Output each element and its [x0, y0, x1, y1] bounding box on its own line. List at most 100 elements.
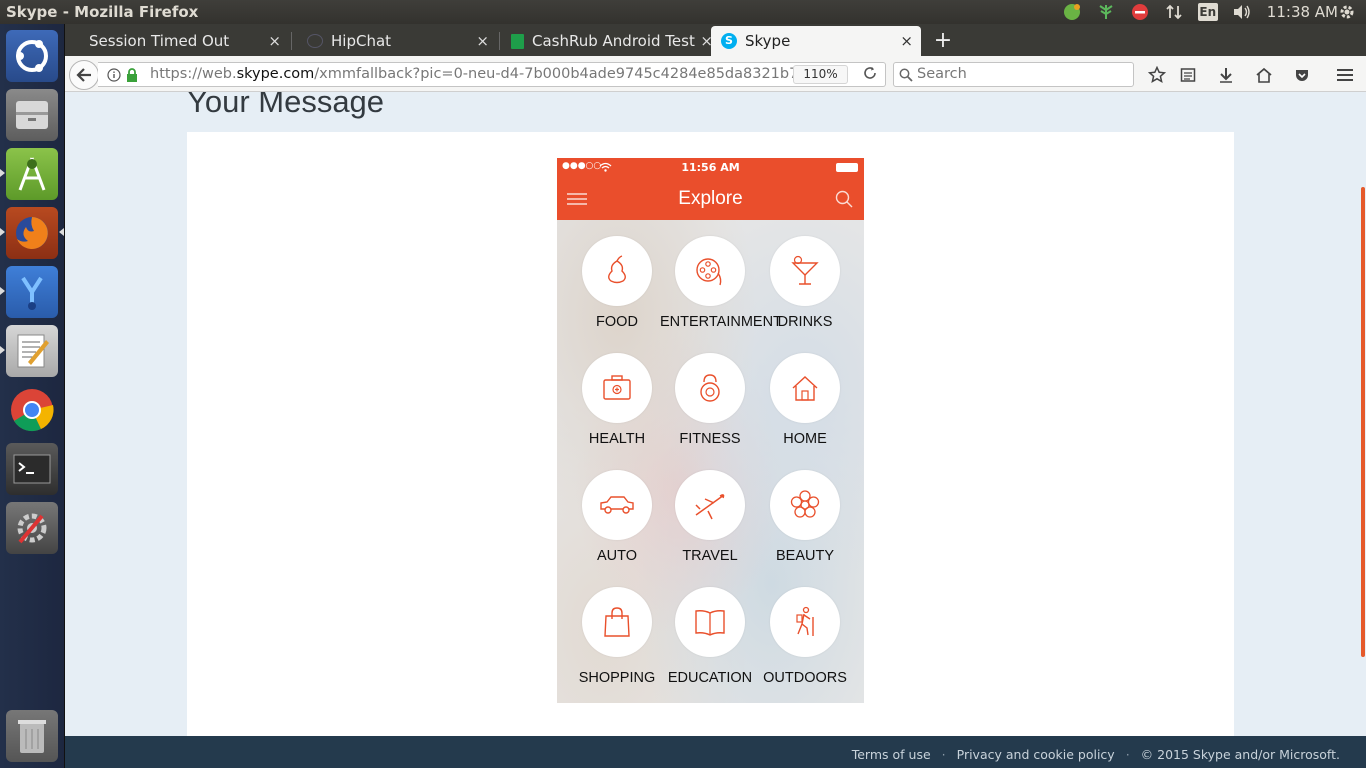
keyboard-language-indicator[interactable]: En	[1197, 1, 1219, 23]
phone-app-bar: Explore	[557, 178, 864, 220]
tab-strip: Session Timed Out × HipChat × CashRub An…	[65, 24, 1366, 56]
category-label: FOOD	[596, 314, 638, 330]
book-icon	[675, 587, 745, 657]
category-education: EDUCATION	[660, 587, 760, 686]
category-label: HOME	[783, 431, 827, 447]
network-arrows-icon[interactable]	[1163, 1, 1185, 23]
text-editor-icon[interactable]	[6, 325, 58, 377]
ubuntu-dash-icon[interactable]	[6, 30, 58, 82]
category-label: HEALTH	[588, 431, 646, 447]
tab-label: CashRub Android Test	[532, 32, 695, 50]
pear-icon	[582, 236, 652, 306]
android-studio-icon[interactable]	[6, 148, 58, 200]
lock-icon[interactable]	[126, 68, 138, 86]
downloads-icon[interactable]	[1215, 64, 1237, 86]
page-footer: Terms of use · Privacy and cookie policy…	[65, 736, 1366, 768]
copyright-text: © 2015 Skype and/or Microsoft.	[1140, 747, 1340, 762]
language-label: En	[1197, 3, 1218, 21]
system-tray: En 11:38 AM	[1055, 0, 1366, 24]
phone-status-time: 11:56 AM	[681, 161, 740, 174]
hamburger-menu-icon[interactable]	[1334, 64, 1356, 86]
footer-separator: ·	[1125, 747, 1130, 762]
terms-link[interactable]: Terms of use	[852, 747, 931, 762]
flower-icon	[770, 470, 840, 540]
category-label: EDUCATION	[667, 670, 753, 686]
system-settings-icon[interactable]	[6, 502, 58, 554]
skype-icon: S	[721, 33, 737, 49]
category-drinks: DRINKS	[755, 236, 855, 330]
settings-gear-icon[interactable]	[1336, 1, 1358, 23]
battery-icon	[836, 163, 858, 172]
back-button[interactable]	[69, 60, 99, 90]
pocket-icon[interactable]	[1291, 64, 1313, 86]
category-outdoors: OUTDOORS	[755, 587, 855, 686]
category-beauty: BEAUTY	[755, 470, 855, 564]
home-icon[interactable]	[1253, 64, 1275, 86]
airplane-icon	[675, 470, 745, 540]
category-label: OUTDOORS	[763, 670, 847, 686]
url-domain: skype.com	[236, 66, 315, 82]
network-tree-icon[interactable]	[1095, 1, 1117, 23]
tab-hipchat[interactable]: HipChat ×	[297, 26, 497, 56]
window-title: Skype - Mozilla Firefox	[6, 3, 199, 21]
house-icon	[770, 353, 840, 423]
category-auto: AUTO	[567, 470, 667, 564]
search-icon	[899, 67, 913, 86]
category-label: ENTERTAINMENT	[660, 314, 782, 330]
tab-label: Skype	[745, 32, 791, 50]
phone-status-bar: ●●●○○ 11:56 AM	[557, 158, 864, 178]
phone-app-title: Explore	[678, 188, 743, 209]
tab-cashrub-android-test[interactable]: CashRub Android Test ×	[501, 26, 713, 56]
search-icon	[835, 190, 853, 212]
cocktail-icon	[770, 236, 840, 306]
skype-tray-icon[interactable]	[1061, 1, 1083, 23]
sourcetree-icon[interactable]	[6, 266, 58, 318]
trash-icon[interactable]	[6, 710, 58, 762]
privacy-link[interactable]: Privacy and cookie policy	[957, 747, 1115, 762]
category-label: TRAVEL	[682, 548, 738, 564]
hiker-icon	[770, 587, 840, 657]
category-shopping: SHOPPING	[567, 587, 667, 686]
zoom-indicator[interactable]: 110%	[793, 65, 848, 84]
tab-label: HipChat	[331, 32, 392, 50]
tab-skype[interactable]: S Skype ×	[711, 26, 921, 56]
search-placeholder: Search	[917, 66, 967, 82]
clock[interactable]: 11:38 AM	[1267, 3, 1338, 21]
info-icon[interactable]	[107, 68, 121, 86]
reading-list-icon[interactable]	[1177, 64, 1199, 86]
category-health: HEALTH	[567, 353, 667, 447]
back-arrow-icon	[76, 68, 91, 82]
files-icon[interactable]	[6, 89, 58, 141]
firefox-icon[interactable]	[6, 207, 58, 259]
bookmark-star-icon[interactable]	[1146, 64, 1168, 86]
category-label: DRINKS	[777, 314, 833, 330]
sheets-icon	[511, 33, 524, 49]
page-scrollbar[interactable]	[1361, 187, 1365, 657]
volume-icon[interactable]	[1231, 1, 1253, 23]
unity-launcher	[0, 24, 65, 768]
url-bar[interactable]: https://web.skype.com/xmmfallback?pic=0-…	[98, 62, 886, 87]
kettlebell-icon	[675, 353, 745, 423]
tab-session-timed-out[interactable]: Session Timed Out ×	[79, 26, 289, 56]
category-home: HOME	[755, 353, 855, 447]
category-label: AUTO	[596, 548, 638, 564]
url-prefix: https://web.	[150, 66, 237, 82]
terminal-icon[interactable]	[6, 443, 58, 495]
tab-close-icon[interactable]: ×	[900, 32, 913, 50]
do-not-disturb-icon[interactable]	[1129, 1, 1151, 23]
category-travel: TRAVEL	[660, 470, 760, 564]
chrome-icon[interactable]	[6, 384, 58, 436]
tab-label: Session Timed Out	[89, 32, 230, 50]
tab-close-icon[interactable]: ×	[476, 32, 489, 50]
reload-icon[interactable]	[863, 66, 877, 84]
tab-close-icon[interactable]: ×	[268, 32, 281, 50]
category-food: FOOD	[567, 236, 667, 330]
new-tab-button[interactable]: +	[929, 28, 957, 54]
category-entertainment: ENTERTAINMENT	[660, 236, 782, 330]
shopping-bag-icon	[582, 587, 652, 657]
search-bar[interactable]: Search	[893, 62, 1134, 87]
phone-screenshot-image: ●●●○○ 11:56 AM Explore FOOD ENTERTAINMENT…	[557, 158, 864, 703]
car-icon	[582, 470, 652, 540]
url-text[interactable]: https://web.skype.com/xmmfallback?pic=0-…	[150, 66, 817, 82]
category-label: SHOPPING	[578, 670, 656, 686]
